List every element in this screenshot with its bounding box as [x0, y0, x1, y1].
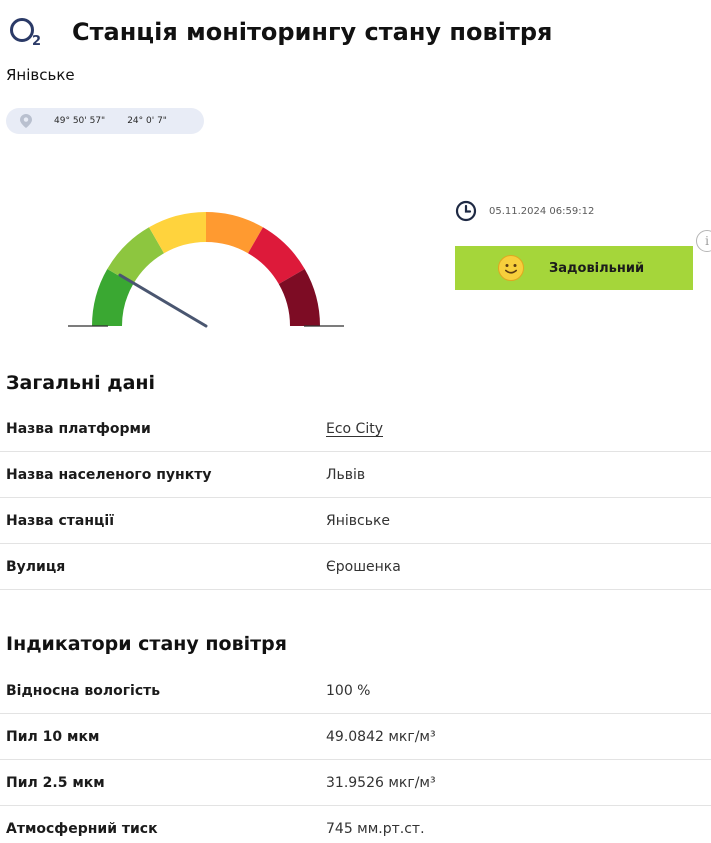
air-indicators-table: Відносна вологість 100 % Пил 10 мкм 49.0… [0, 668, 711, 843]
latitude-value: 49° 50' 57" [54, 116, 106, 126]
page-title: Станція моніторингу стану повітря [72, 18, 553, 46]
row-label: Назва населеного пункту [6, 466, 212, 483]
row-value: Львів [326, 466, 366, 483]
timestamp: 05.11.2024 06:59:12 [489, 205, 595, 217]
station-page: 2 Станція моніторингу стану повітря Янів… [0, 0, 711, 843]
row-value: Янівське [326, 512, 391, 529]
table-row: Пил 2.5 мкм 31.9526 мкг/м³ [0, 760, 711, 806]
table-row: Відносна вологість 100 % [0, 668, 711, 714]
row-value: 745 мм.рт.ст. [326, 821, 425, 837]
longitude-value: 24° 0' 7" [127, 116, 167, 126]
update-time: 05.11.2024 06:59:12 [455, 200, 594, 222]
row-value: 100 % [326, 682, 371, 699]
smile-icon [498, 255, 524, 281]
row-value: Єрошенка [326, 558, 401, 575]
gauge-needle [118, 273, 208, 328]
page-header: 2 Станція моніторингу стану повітря [8, 12, 552, 52]
table-row: Атмосферний тиск 745 мм.рт.ст. [0, 806, 711, 843]
info-icon[interactable]: i [696, 230, 711, 252]
row-value: 31.9526 мкг/м³ [326, 774, 436, 791]
table-row: Назва платформи Eco City [0, 406, 711, 452]
platform-link[interactable]: Eco City [320, 421, 383, 437]
table-row: Назва населеного пункту Львів [0, 452, 711, 498]
table-row: Пил 10 мкм 49.0842 мкг/м³ [0, 714, 711, 760]
station-name: Янівське [6, 66, 75, 84]
coordinates-badge: 49° 50' 57" 24° 0' 7" [6, 108, 204, 134]
clock-icon [455, 200, 477, 222]
o2-icon: 2 [8, 12, 48, 52]
row-label: Відносна вологість [6, 682, 161, 699]
row-label: Назва платформи [6, 420, 151, 437]
table-row: Назва станції Янівське [0, 498, 711, 544]
section-title-general: Загальні дані [6, 372, 156, 394]
row-label: Атмосферний тиск [6, 821, 158, 837]
status-label: Задовільний [549, 260, 645, 276]
location-pin-icon [20, 114, 32, 128]
table-row: Вулиця Єрошенка [0, 544, 711, 590]
general-data-table: Назва платформи Eco City Назва населеног… [0, 406, 711, 590]
row-value: 49.0842 мкг/м³ [326, 728, 436, 745]
row-label: Назва станції [6, 512, 114, 529]
section-title-air-indicators: Індикатори стану повітря [6, 633, 287, 655]
aqi-gauge [68, 212, 344, 328]
air-quality-status-badge: Задовільний [455, 246, 693, 290]
row-label: Пил 2.5 мкм [6, 774, 105, 791]
row-label: Вулиця [6, 558, 66, 575]
row-label: Пил 10 мкм [6, 728, 100, 745]
